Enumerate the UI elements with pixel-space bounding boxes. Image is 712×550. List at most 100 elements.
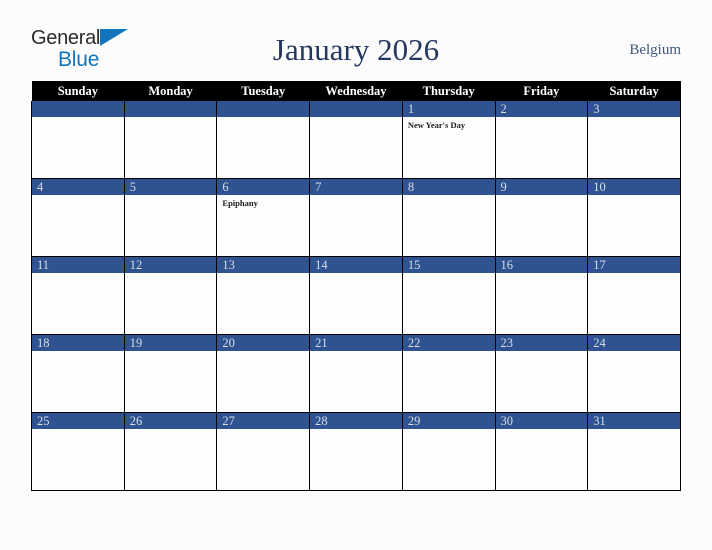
day-cell-inner: 19 — [124, 335, 217, 412]
day-cell-inner: 14 — [310, 257, 402, 334]
day-events-list — [125, 273, 217, 276]
calendar-day-cell[interactable]: 14 — [309, 256, 403, 335]
calendar-day-cell[interactable]: 9 — [494, 178, 589, 257]
calendar-day-cell[interactable]: 28 — [309, 412, 403, 491]
logo-text-general: General — [31, 27, 101, 49]
day-events-list — [496, 195, 588, 198]
day-cell-inner: 16 — [495, 257, 588, 334]
day-events-list — [588, 351, 680, 354]
day-cell-inner: 15 — [402, 257, 495, 334]
day-number: 23 — [495, 335, 588, 351]
calendar-day-cell[interactable]: 26 — [123, 412, 218, 491]
calendar-day-cell[interactable]: 23 — [494, 334, 589, 413]
day-cell-inner: 22 — [402, 335, 495, 412]
calendar-day-cell[interactable]: 19 — [123, 334, 218, 413]
calendar-day-cell[interactable]: 22 — [401, 334, 496, 413]
day-number — [32, 101, 124, 117]
calendar-day-cell[interactable]: 18 — [31, 334, 125, 413]
day-number: 15 — [402, 257, 495, 273]
day-cell-inner — [32, 101, 124, 178]
day-cell-inner: 8 — [402, 179, 495, 256]
calendar-day-cell[interactable]: 30 — [494, 412, 589, 491]
day-cell-inner: 17 — [588, 257, 680, 334]
calendar-day-cell[interactable]: 3 — [587, 101, 681, 179]
day-events-list — [588, 273, 680, 276]
day-events-list — [32, 429, 124, 432]
day-events-list — [125, 117, 217, 120]
day-events-list — [496, 117, 588, 120]
calendar-day-cell[interactable]: 24 — [587, 334, 681, 413]
calendar-week-row: 4 5 6 Epiphany 7 8 9 10 — [31, 178, 681, 257]
day-cell-inner: 1 New Year's Day — [402, 101, 495, 178]
calendar-day-cell[interactable]: 4 — [31, 178, 125, 257]
calendar-day-cell[interactable]: 31 — [587, 412, 681, 491]
calendar-day-cell[interactable]: 13 — [216, 256, 311, 335]
day-events-list — [217, 273, 309, 276]
day-number: 7 — [310, 179, 402, 195]
calendar-day-cell[interactable]: 6 Epiphany — [216, 178, 311, 257]
weekday-header-saturday: Saturday — [587, 81, 681, 101]
day-events-list — [125, 195, 217, 198]
day-number: 26 — [124, 413, 217, 429]
day-number: 4 — [32, 179, 124, 195]
calendar-day-cell[interactable]: 5 — [123, 178, 218, 257]
day-events-list — [217, 429, 309, 432]
day-cell-inner: 9 — [495, 179, 588, 256]
calendar-day-cell[interactable]: 12 — [123, 256, 218, 335]
calendar-day-cell[interactable]: 7 — [309, 178, 403, 257]
day-number: 24 — [588, 335, 680, 351]
calendar-day-cell[interactable]: 20 — [216, 334, 311, 413]
day-number: 8 — [402, 179, 495, 195]
weekday-header-tuesday: Tuesday — [216, 81, 310, 101]
day-events-list — [32, 195, 124, 198]
calendar-day-cell[interactable]: 29 — [401, 412, 496, 491]
day-cell-inner: 20 — [217, 335, 310, 412]
calendar-day-cell[interactable]: 25 — [31, 412, 125, 491]
calendar-day-cell[interactable]: 11 — [31, 256, 125, 335]
calendar-day-cell[interactable]: 1 New Year's Day — [401, 101, 496, 179]
day-cell-inner: 13 — [217, 257, 310, 334]
general-blue-logo[interactable]: General Blue — [31, 24, 151, 71]
logo-bottom-row: Blue — [31, 49, 151, 71]
calendar-day-cell[interactable]: 8 — [401, 178, 496, 257]
day-number — [124, 101, 217, 117]
day-events-list — [496, 429, 588, 432]
day-number: 3 — [588, 101, 680, 117]
weekday-header-thursday: Thursday — [402, 81, 496, 101]
logo-top-row: General — [31, 28, 151, 48]
day-events-list — [125, 351, 217, 354]
calendar-day-cell[interactable]: 2 — [494, 101, 589, 179]
calendar-empty-cell — [123, 101, 218, 179]
day-cell-inner: 11 — [32, 257, 124, 334]
calendar-day-cell[interactable]: 21 — [309, 334, 403, 413]
calendar-day-cell[interactable]: 15 — [401, 256, 496, 335]
day-events-list — [588, 429, 680, 432]
day-cell-inner: 10 — [588, 179, 680, 256]
page-header: General Blue January 2026 Belgium — [31, 24, 681, 76]
day-cell-inner: 21 — [310, 335, 402, 412]
day-cell-inner: 26 — [124, 413, 217, 490]
day-number: 18 — [32, 335, 124, 351]
calendar-day-cell[interactable]: 10 — [587, 178, 681, 257]
day-events-list — [125, 429, 217, 432]
day-number: 17 — [588, 257, 680, 273]
day-events-list — [403, 195, 495, 198]
day-cell-inner — [124, 101, 217, 178]
calendar-day-cell[interactable]: 27 — [216, 412, 311, 491]
calendar-empty-cell — [309, 101, 403, 179]
day-events-list — [588, 195, 680, 198]
calendar-header-row: Sunday Monday Tuesday Wednesday Thursday Frid… — [31, 81, 681, 101]
day-number: 1 — [402, 101, 495, 117]
day-number: 25 — [32, 413, 124, 429]
calendar-day-cell[interactable]: 17 — [587, 256, 681, 335]
day-events-list — [403, 351, 495, 354]
day-number: 11 — [32, 257, 124, 273]
calendar-day-cell[interactable]: 16 — [494, 256, 589, 335]
day-number: 31 — [588, 413, 680, 429]
day-cell-inner: 5 — [124, 179, 217, 256]
day-events-list — [217, 351, 309, 354]
weekday-header-friday: Friday — [495, 81, 588, 101]
day-number: 16 — [495, 257, 588, 273]
day-events-list — [496, 351, 588, 354]
day-events-list — [403, 429, 495, 432]
